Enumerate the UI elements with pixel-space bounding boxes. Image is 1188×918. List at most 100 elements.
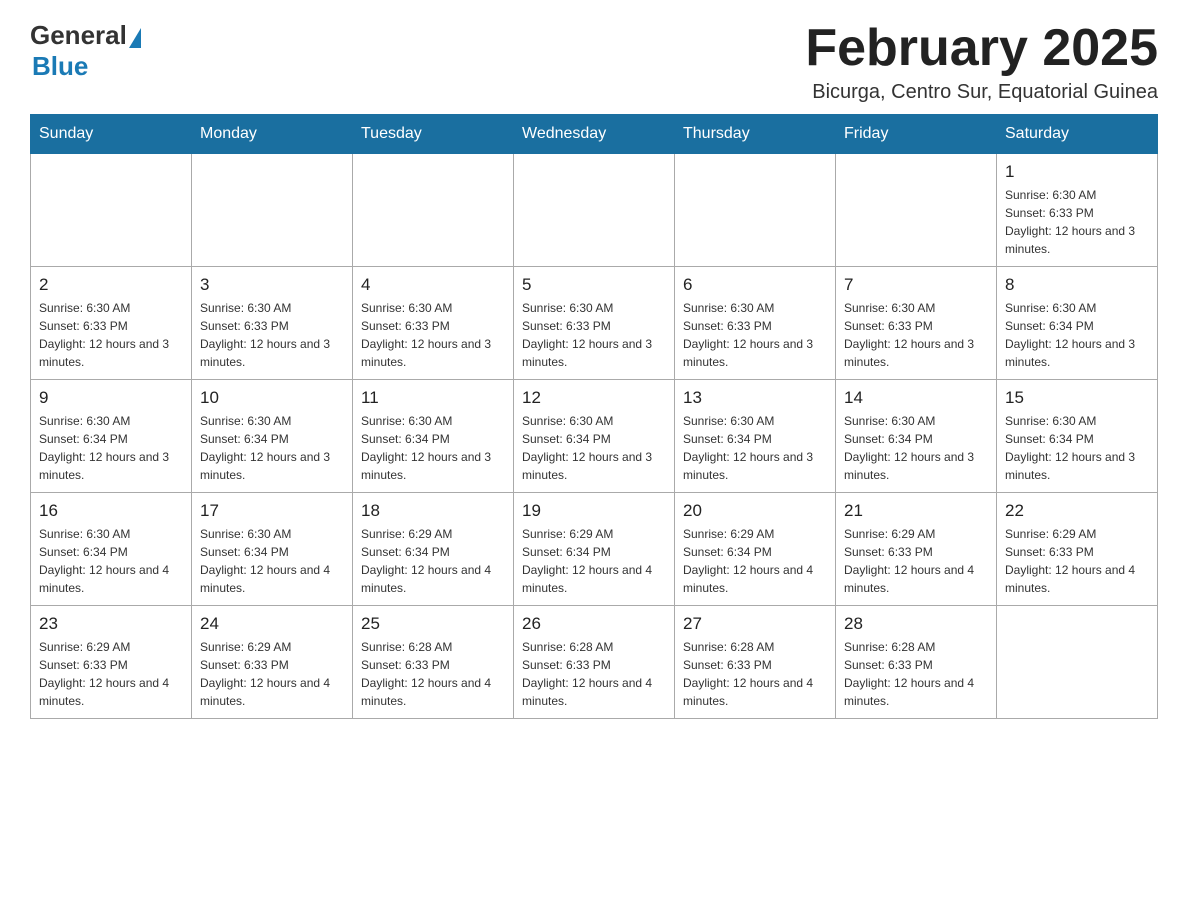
day-number: 13 bbox=[683, 388, 827, 408]
calendar-cell: 1 Sunrise: 6:30 AMSunset: 6:33 PMDaylight… bbox=[997, 154, 1158, 267]
day-info: Sunrise: 6:28 AMSunset: 6:33 PMDaylight:… bbox=[522, 638, 666, 710]
calendar-cell: 8 Sunrise: 6:30 AMSunset: 6:34 PMDaylight… bbox=[997, 267, 1158, 380]
location-text: Bicurga, Centro Sur, Equatorial Guinea bbox=[805, 81, 1158, 104]
calendar-cell: 12 Sunrise: 6:30 AMSunset: 6:34 PMDayligh… bbox=[514, 380, 675, 493]
calendar-cell: 6 Sunrise: 6:30 AMSunset: 6:33 PMDaylight… bbox=[675, 267, 836, 380]
day-info: Sunrise: 6:29 AMSunset: 6:33 PMDaylight:… bbox=[1005, 525, 1149, 597]
calendar-cell: 24 Sunrise: 6:29 AMSunset: 6:33 PMDayligh… bbox=[192, 606, 353, 719]
calendar-cell: 27 Sunrise: 6:28 AMSunset: 6:33 PMDayligh… bbox=[675, 606, 836, 719]
day-info: Sunrise: 6:30 AMSunset: 6:34 PMDaylight:… bbox=[1005, 412, 1149, 484]
day-number: 27 bbox=[683, 614, 827, 634]
day-info: Sunrise: 6:30 AMSunset: 6:33 PMDaylight:… bbox=[522, 299, 666, 371]
calendar-cell: 3 Sunrise: 6:30 AMSunset: 6:33 PMDaylight… bbox=[192, 267, 353, 380]
day-number: 8 bbox=[1005, 275, 1149, 295]
day-number: 9 bbox=[39, 388, 183, 408]
day-number: 16 bbox=[39, 501, 183, 521]
title-area: February 2025 Bicurga, Centro Sur, Equat… bbox=[805, 20, 1158, 104]
calendar-cell bbox=[836, 154, 997, 267]
calendar-cell: 13 Sunrise: 6:30 AMSunset: 6:34 PMDayligh… bbox=[675, 380, 836, 493]
calendar-table: SundayMondayTuesdayWednesdayThursdayFrid… bbox=[30, 114, 1158, 719]
day-number: 1 bbox=[1005, 162, 1149, 182]
month-title: February 2025 bbox=[805, 20, 1158, 77]
day-number: 25 bbox=[361, 614, 505, 634]
page-header: General Blue February 2025 Bicurga, Cent… bbox=[30, 20, 1158, 104]
calendar-cell bbox=[514, 154, 675, 267]
day-number: 5 bbox=[522, 275, 666, 295]
day-number: 11 bbox=[361, 388, 505, 408]
day-info: Sunrise: 6:30 AMSunset: 6:34 PMDaylight:… bbox=[1005, 299, 1149, 371]
calendar-week-row: 2 Sunrise: 6:30 AMSunset: 6:33 PMDaylight… bbox=[31, 267, 1158, 380]
day-number: 18 bbox=[361, 501, 505, 521]
weekday-header-tuesday: Tuesday bbox=[353, 115, 514, 154]
day-info: Sunrise: 6:28 AMSunset: 6:33 PMDaylight:… bbox=[361, 638, 505, 710]
calendar-cell: 20 Sunrise: 6:29 AMSunset: 6:34 PMDayligh… bbox=[675, 493, 836, 606]
calendar-cell: 19 Sunrise: 6:29 AMSunset: 6:34 PMDayligh… bbox=[514, 493, 675, 606]
day-number: 17 bbox=[200, 501, 344, 521]
day-number: 6 bbox=[683, 275, 827, 295]
calendar-cell: 15Sunrise: 6:30 AMSunset: 6:34 PMDayligh… bbox=[997, 380, 1158, 493]
calendar-cell bbox=[192, 154, 353, 267]
day-info: Sunrise: 6:30 AMSunset: 6:34 PMDaylight:… bbox=[683, 412, 827, 484]
weekday-header-row: SundayMondayTuesdayWednesdayThursdayFrid… bbox=[31, 115, 1158, 154]
calendar-cell: 18Sunrise: 6:29 AMSunset: 6:34 PMDayligh… bbox=[353, 493, 514, 606]
day-number: 28 bbox=[844, 614, 988, 634]
day-info: Sunrise: 6:29 AMSunset: 6:33 PMDaylight:… bbox=[844, 525, 988, 597]
day-info: Sunrise: 6:30 AMSunset: 6:33 PMDaylight:… bbox=[844, 299, 988, 371]
calendar-cell: 14 Sunrise: 6:30 AMSunset: 6:34 PMDayligh… bbox=[836, 380, 997, 493]
day-number: 4 bbox=[361, 275, 505, 295]
day-info: Sunrise: 6:29 AMSunset: 6:33 PMDaylight:… bbox=[200, 638, 344, 710]
day-info: Sunrise: 6:30 AMSunset: 6:33 PMDaylight:… bbox=[1005, 186, 1149, 258]
day-number: 26 bbox=[522, 614, 666, 634]
calendar-cell: 22 Sunrise: 6:29 AMSunset: 6:33 PMDayligh… bbox=[997, 493, 1158, 606]
weekday-header-saturday: Saturday bbox=[997, 115, 1158, 154]
calendar-cell bbox=[997, 606, 1158, 719]
day-info: Sunrise: 6:29 AMSunset: 6:34 PMDaylight:… bbox=[683, 525, 827, 597]
day-info: Sunrise: 6:30 AMSunset: 6:33 PMDaylight:… bbox=[683, 299, 827, 371]
logo-triangle-icon bbox=[129, 28, 141, 48]
day-info: Sunrise: 6:28 AMSunset: 6:33 PMDaylight:… bbox=[844, 638, 988, 710]
day-info: Sunrise: 6:30 AMSunset: 6:34 PMDaylight:… bbox=[39, 525, 183, 597]
calendar-cell: 5 Sunrise: 6:30 AMSunset: 6:33 PMDaylight… bbox=[514, 267, 675, 380]
day-number: 3 bbox=[200, 275, 344, 295]
calendar-cell bbox=[31, 154, 192, 267]
calendar-week-row: 9 Sunrise: 6:30 AMSunset: 6:34 PMDaylight… bbox=[31, 380, 1158, 493]
weekday-header-sunday: Sunday bbox=[31, 115, 192, 154]
calendar-week-row: 16 Sunrise: 6:30 AMSunset: 6:34 PMDayligh… bbox=[31, 493, 1158, 606]
day-number: 12 bbox=[522, 388, 666, 408]
day-info: Sunrise: 6:30 AMSunset: 6:34 PMDaylight:… bbox=[200, 412, 344, 484]
day-info: Sunrise: 6:30 AMSunset: 6:33 PMDaylight:… bbox=[200, 299, 344, 371]
logo-general-text: General bbox=[30, 20, 127, 51]
calendar-cell: 26 Sunrise: 6:28 AMSunset: 6:33 PMDayligh… bbox=[514, 606, 675, 719]
day-info: Sunrise: 6:30 AMSunset: 6:34 PMDaylight:… bbox=[200, 525, 344, 597]
day-info: Sunrise: 6:28 AMSunset: 6:33 PMDaylight:… bbox=[683, 638, 827, 710]
weekday-header-friday: Friday bbox=[836, 115, 997, 154]
calendar-cell: 2 Sunrise: 6:30 AMSunset: 6:33 PMDaylight… bbox=[31, 267, 192, 380]
weekday-header-wednesday: Wednesday bbox=[514, 115, 675, 154]
day-number: 20 bbox=[683, 501, 827, 521]
day-info: Sunrise: 6:30 AMSunset: 6:34 PMDaylight:… bbox=[844, 412, 988, 484]
day-info: Sunrise: 6:30 AMSunset: 6:33 PMDaylight:… bbox=[39, 299, 183, 371]
calendar-cell: 7Sunrise: 6:30 AMSunset: 6:33 PMDaylight… bbox=[836, 267, 997, 380]
calendar-cell: 4 Sunrise: 6:30 AMSunset: 6:33 PMDaylight… bbox=[353, 267, 514, 380]
calendar-week-row: 23Sunrise: 6:29 AMSunset: 6:33 PMDayligh… bbox=[31, 606, 1158, 719]
day-number: 10 bbox=[200, 388, 344, 408]
day-number: 2 bbox=[39, 275, 183, 295]
day-info: Sunrise: 6:30 AMSunset: 6:34 PMDaylight:… bbox=[361, 412, 505, 484]
day-info: Sunrise: 6:30 AMSunset: 6:34 PMDaylight:… bbox=[39, 412, 183, 484]
day-number: 24 bbox=[200, 614, 344, 634]
calendar-cell: 25 Sunrise: 6:28 AMSunset: 6:33 PMDayligh… bbox=[353, 606, 514, 719]
logo: General Blue bbox=[30, 20, 141, 82]
calendar-cell: 17 Sunrise: 6:30 AMSunset: 6:34 PMDayligh… bbox=[192, 493, 353, 606]
day-info: Sunrise: 6:30 AMSunset: 6:34 PMDaylight:… bbox=[522, 412, 666, 484]
calendar-cell: 11 Sunrise: 6:30 AMSunset: 6:34 PMDayligh… bbox=[353, 380, 514, 493]
day-info: Sunrise: 6:30 AMSunset: 6:33 PMDaylight:… bbox=[361, 299, 505, 371]
day-number: 14 bbox=[844, 388, 988, 408]
calendar-week-row: 1 Sunrise: 6:30 AMSunset: 6:33 PMDaylight… bbox=[31, 154, 1158, 267]
calendar-cell: 9 Sunrise: 6:30 AMSunset: 6:34 PMDaylight… bbox=[31, 380, 192, 493]
day-number: 19 bbox=[522, 501, 666, 521]
day-info: Sunrise: 6:29 AMSunset: 6:34 PMDaylight:… bbox=[522, 525, 666, 597]
logo-blue-text: Blue bbox=[32, 51, 88, 82]
calendar-cell: 16 Sunrise: 6:30 AMSunset: 6:34 PMDayligh… bbox=[31, 493, 192, 606]
calendar-cell bbox=[353, 154, 514, 267]
day-number: 22 bbox=[1005, 501, 1149, 521]
